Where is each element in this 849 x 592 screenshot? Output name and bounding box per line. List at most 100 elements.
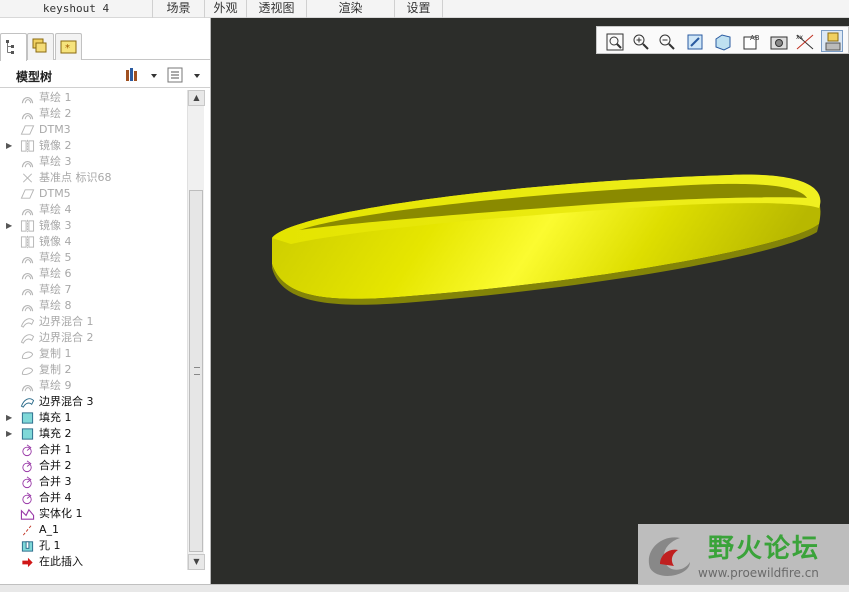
tree-settings-icon[interactable] bbox=[124, 66, 158, 84]
expand-arrow-icon[interactable]: ▶ bbox=[6, 410, 12, 426]
svg-text:AB: AB bbox=[750, 34, 760, 42]
model-tree-list: 草绘 1 草绘 2 DTM3 ▶ 镜像 2 草绘 3 基准点 标识68 DTM5 草绘 4 ▶ 镜像… bbox=[0, 90, 187, 570]
tree-item-label: 边界混合 1 bbox=[39, 315, 94, 328]
tree-item-label: 边界混合 2 bbox=[39, 331, 94, 344]
boundary-blend-icon bbox=[20, 331, 35, 345]
scroll-up-button[interactable]: ▲ bbox=[188, 90, 205, 106]
tree-item[interactable]: 边界混合 3 bbox=[0, 394, 187, 410]
tree-item[interactable]: 草绘 9 bbox=[0, 378, 187, 394]
tree-item-label: 镜像 3 bbox=[39, 219, 72, 232]
hole-icon bbox=[20, 539, 35, 553]
watermark: 野火论坛 www.proewildfire.cn bbox=[638, 524, 849, 584]
copy-icon bbox=[20, 363, 35, 377]
tree-item[interactable]: 镜像 4 bbox=[0, 234, 187, 250]
tree-item-label: 草绘 8 bbox=[39, 299, 72, 312]
tree-item[interactable]: DTM5 bbox=[0, 186, 187, 202]
tree-item-label: 基准点 标识68 bbox=[39, 171, 112, 184]
tree-item[interactable]: 合并 2 bbox=[0, 458, 187, 474]
tree-item-label: 复制 1 bbox=[39, 347, 72, 360]
datum-display-icon[interactable]: xx bbox=[793, 30, 815, 52]
view-orient-icon[interactable] bbox=[711, 30, 733, 52]
tree-item[interactable]: 边界混合 2 bbox=[0, 330, 187, 346]
tree-item[interactable]: 草绘 1 bbox=[0, 90, 187, 106]
status-bar bbox=[0, 584, 849, 592]
zoom-in-icon[interactable] bbox=[629, 30, 651, 52]
saved-views-icon[interactable]: AB bbox=[739, 30, 761, 52]
tab-favorites[interactable]: * bbox=[55, 33, 82, 60]
zoom-out-icon[interactable] bbox=[655, 30, 677, 52]
sketch-icon bbox=[20, 91, 35, 105]
expand-arrow-icon[interactable]: ▶ bbox=[6, 138, 12, 154]
watermark-url: www.proewildfire.cn bbox=[698, 566, 819, 580]
spin-center-icon[interactable] bbox=[767, 30, 789, 52]
expand-arrow-icon[interactable]: ▶ bbox=[6, 218, 12, 234]
tree-item[interactable]: ▶ 镜像 3 bbox=[0, 218, 187, 234]
axis-icon bbox=[20, 523, 35, 537]
zoom-fit-icon[interactable] bbox=[603, 30, 625, 52]
grip-icon bbox=[194, 367, 200, 375]
tree-item[interactable]: 实体化 1 bbox=[0, 506, 187, 522]
model-tree-icon bbox=[6, 40, 14, 54]
tree-item[interactable]: 草绘 5 bbox=[0, 250, 187, 266]
scroll-thumb[interactable] bbox=[189, 190, 203, 552]
merge-icon bbox=[20, 459, 35, 473]
tree-show-icon[interactable] bbox=[166, 66, 204, 84]
left-panel: * 模型树 草绘 1 草绘 2 DTM3 ▶ 镜像 2 草绘 3 基准点 标识68 DTM5 草… bbox=[0, 18, 211, 584]
tree-item[interactable]: 草绘 3 bbox=[0, 154, 187, 170]
tab-layers[interactable] bbox=[27, 33, 54, 60]
tree-item[interactable]: 合并 1 bbox=[0, 442, 187, 458]
tree-item[interactable]: ▶ 填充 1 bbox=[0, 410, 187, 426]
solidify-icon bbox=[20, 507, 35, 521]
sketch-icon bbox=[20, 251, 35, 265]
tree-item[interactable]: 合并 4 bbox=[0, 490, 187, 506]
svg-text:*: * bbox=[65, 43, 70, 54]
layers-icon bbox=[32, 38, 47, 53]
tree-item[interactable]: 边界混合 1 bbox=[0, 314, 187, 330]
tree-item-label: 镜像 2 bbox=[39, 139, 72, 152]
tree-item[interactable]: 草绘 2 bbox=[0, 106, 187, 122]
tree-item[interactable]: 孔 1 bbox=[0, 538, 187, 554]
tree-item[interactable]: 草绘 7 bbox=[0, 282, 187, 298]
tree-item[interactable]: 草绘 4 bbox=[0, 202, 187, 218]
tree-item[interactable]: ▶ 镜像 2 bbox=[0, 138, 187, 154]
tree-item[interactable]: 合并 3 bbox=[0, 474, 187, 490]
tree-scrollbar[interactable]: ▲ ▼ bbox=[187, 90, 205, 570]
tree-item-label: 草绘 9 bbox=[39, 379, 72, 392]
tree-item-label: 边界混合 3 bbox=[39, 395, 94, 408]
menu-settings[interactable]: 设置 bbox=[395, 0, 443, 18]
tree-item[interactable]: DTM3 bbox=[0, 122, 187, 138]
3d-viewport[interactable] bbox=[211, 18, 849, 584]
tree-item[interactable]: 草绘 8 bbox=[0, 298, 187, 314]
tree-item[interactable]: ▶ 填充 2 bbox=[0, 426, 187, 442]
tree-item[interactable]: 基准点 标识68 bbox=[0, 170, 187, 186]
repaint-icon[interactable] bbox=[683, 30, 705, 52]
fill-icon bbox=[20, 411, 35, 425]
tree-item[interactable]: 在此插入 bbox=[0, 554, 187, 570]
settings-icon[interactable] bbox=[821, 30, 843, 52]
mirror-icon bbox=[20, 235, 35, 249]
menu-bar: keyshout 4 场景 外观 透视图 渲染 设置 bbox=[0, 0, 849, 18]
tree-item-label: 合并 2 bbox=[39, 459, 72, 472]
menu-perspective[interactable]: 透视图 bbox=[247, 0, 307, 18]
expand-arrow-icon[interactable]: ▶ bbox=[6, 426, 12, 442]
copy-icon bbox=[20, 347, 35, 361]
menu-scene[interactable]: 场景 bbox=[153, 0, 205, 18]
tree-item[interactable]: A_1 bbox=[0, 522, 187, 538]
tree-item-label: 实体化 1 bbox=[39, 507, 83, 520]
tree-item[interactable]: 复制 1 bbox=[0, 346, 187, 362]
tree-item[interactable]: 复制 2 bbox=[0, 362, 187, 378]
tree-item-label: 合并 3 bbox=[39, 475, 72, 488]
tree-item-label: 草绘 7 bbox=[39, 283, 72, 296]
sketch-icon bbox=[20, 379, 35, 393]
tree-item[interactable]: 草绘 6 bbox=[0, 266, 187, 282]
scroll-down-button[interactable]: ▼ bbox=[188, 554, 205, 570]
tree-item-label: DTM3 bbox=[39, 123, 71, 136]
tree-item-label: 填充 1 bbox=[39, 411, 72, 424]
menu-render[interactable]: 渲染 bbox=[307, 0, 395, 18]
sketch-icon bbox=[20, 299, 35, 313]
tab-model-tree[interactable] bbox=[0, 33, 27, 61]
flame-logo-icon bbox=[648, 537, 690, 576]
menu-appearance[interactable]: 外观 bbox=[205, 0, 247, 18]
merge-icon bbox=[20, 491, 35, 505]
datum-plane-icon bbox=[20, 187, 35, 201]
